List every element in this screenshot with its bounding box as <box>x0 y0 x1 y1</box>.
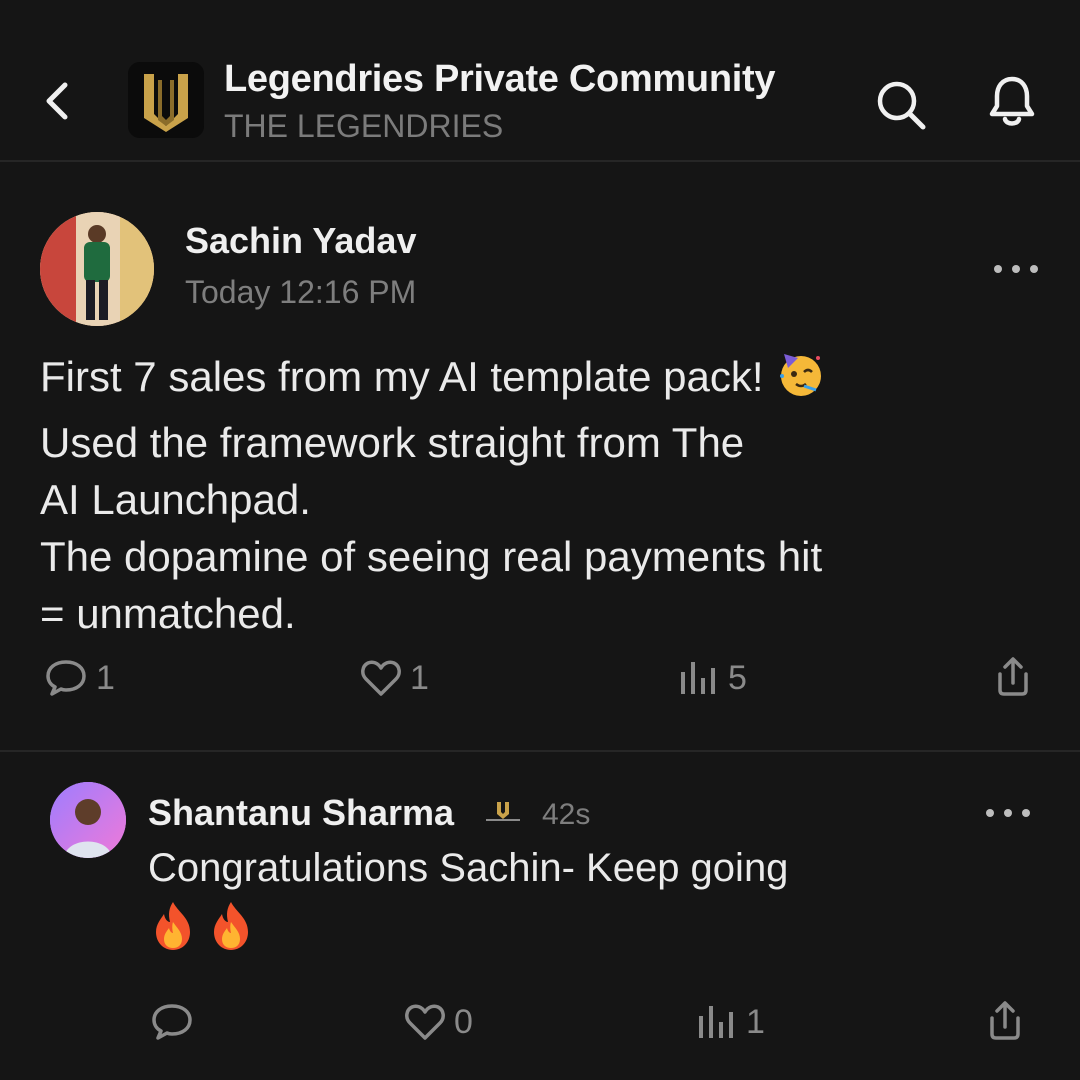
post-like-button[interactable]: 1 <box>360 658 429 698</box>
legendries-logo-icon <box>128 62 204 138</box>
post-line: Used the framework straight from The <box>40 419 745 466</box>
post-line-text: First 7 sales from my AI template pack! <box>40 353 764 401</box>
post-more-button[interactable] <box>994 257 1038 281</box>
post-line: AI Launchpad. <box>40 476 311 523</box>
dot <box>1030 265 1038 273</box>
comment-count: 1 <box>96 658 115 697</box>
dot <box>1022 809 1030 817</box>
comment-icon <box>152 1004 192 1040</box>
header-divider <box>0 160 1080 162</box>
comment-emoji-row <box>150 900 254 952</box>
post-line: First 7 sales from my AI template pack! <box>40 346 1040 414</box>
dot <box>1004 809 1012 817</box>
comment-like-button[interactable]: 0 <box>404 1002 473 1042</box>
avatar-photo <box>50 782 126 858</box>
search-button[interactable] <box>872 76 930 134</box>
post-author-name[interactable]: Sachin Yadav <box>185 220 416 262</box>
community-logo[interactable] <box>128 62 204 138</box>
chevron-left-icon <box>46 82 68 120</box>
bell-icon <box>989 76 1035 126</box>
like-count: 1 <box>410 658 429 697</box>
comment-like-count: 0 <box>454 1002 473 1041</box>
post-timestamp: Today 12:16 PM <box>185 274 417 310</box>
post-views-stat[interactable]: 5 <box>678 658 747 698</box>
post-comment-button[interactable]: 1 <box>44 658 115 698</box>
legendries-badge-icon <box>486 802 520 821</box>
view-count: 5 <box>728 658 747 697</box>
share-icon <box>990 1001 1020 1040</box>
author-avatar[interactable] <box>40 212 154 326</box>
back-button[interactable] <box>36 76 76 126</box>
community-subtitle: THE LEGENDRIES <box>224 108 504 144</box>
share-icon <box>998 657 1028 696</box>
post-line: = unmatched. <box>40 590 296 637</box>
commenter-avatar[interactable] <box>50 782 126 858</box>
heart-icon <box>361 660 401 696</box>
post-divider <box>0 750 1080 752</box>
comment-view-count: 1 <box>746 1002 765 1041</box>
post-line: The dopamine of seeing real payments hit <box>40 533 823 580</box>
comment-author-name[interactable]: Shantanu Sharma <box>148 792 454 834</box>
bar-chart-icon <box>681 662 715 694</box>
dot <box>986 809 994 817</box>
search-icon <box>877 81 926 130</box>
community-title: Legendries Private Community <box>224 58 776 100</box>
dot <box>994 265 1002 273</box>
notifications-button[interactable] <box>982 70 1042 134</box>
comment-text: Congratulations Sachin- Keep going <box>148 846 789 890</box>
comment-reply-button[interactable] <box>150 1002 194 1042</box>
comment-more-button[interactable] <box>986 801 1030 825</box>
comment-time: 42s <box>542 798 591 831</box>
comment-icon <box>46 660 86 696</box>
comment-share-button[interactable] <box>984 1000 1026 1042</box>
comment-views-stat[interactable]: 1 <box>696 1002 765 1042</box>
post-share-button[interactable] <box>992 656 1034 698</box>
partying-face-icon <box>774 346 828 414</box>
heart-icon <box>405 1004 445 1040</box>
bar-chart-icon <box>699 1006 733 1038</box>
dot <box>1012 265 1020 273</box>
post-body: First 7 sales from my AI template pack! … <box>40 346 1040 642</box>
top-bar: Legendries Private Community THE LEGENDR… <box>0 0 1080 160</box>
fire-icon <box>156 902 190 950</box>
avatar-photo <box>40 212 154 326</box>
fire-icon <box>214 902 248 950</box>
